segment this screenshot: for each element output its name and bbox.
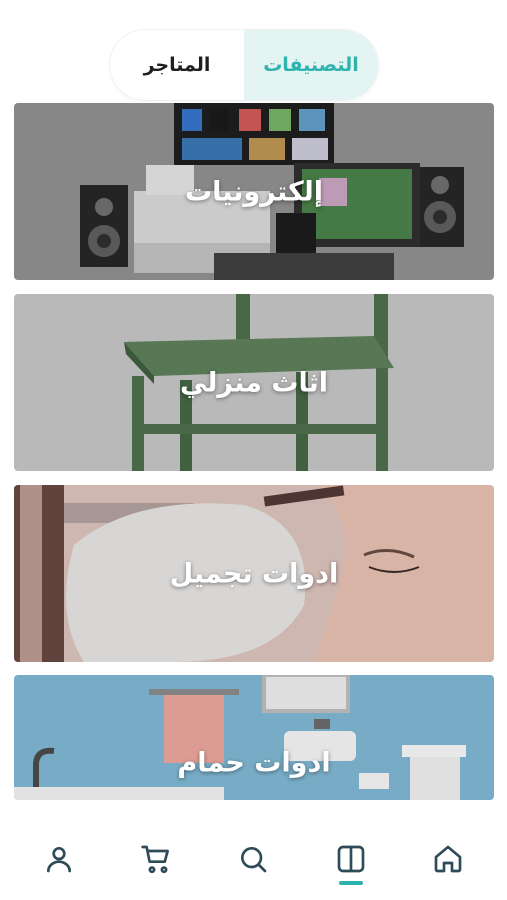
category-label: اثاث منزلي <box>179 367 329 398</box>
nav-search[interactable] <box>223 829 283 889</box>
tab-categories[interactable]: التصنيفات <box>244 30 378 100</box>
nav-categories[interactable] <box>321 829 381 889</box>
tab-stores[interactable]: المتاجر <box>110 30 244 100</box>
category-card-bathroom[interactable]: ادوات حمام <box>14 675 494 800</box>
home-icon <box>434 845 462 873</box>
cart-icon <box>141 845 170 874</box>
search-icon <box>241 847 267 873</box>
category-card-electronics[interactable]: إلكترونيات <box>14 103 494 280</box>
nav-home[interactable] <box>418 829 478 889</box>
tab-categories-label: التصنيفات <box>263 54 359 76</box>
active-tab-indicator <box>338 881 363 885</box>
categories-icon <box>337 845 365 873</box>
bottom-nav <box>0 818 507 900</box>
category-card-furniture[interactable]: اثاث منزلي <box>14 294 494 471</box>
segment-tabs: المتاجر التصنيفات <box>110 30 378 100</box>
bathroom-image <box>14 675 494 800</box>
category-label: ادوات حمام <box>177 747 331 778</box>
nav-cart[interactable] <box>126 829 186 889</box>
tab-stores-label: المتاجر <box>143 54 211 76</box>
nav-profile[interactable] <box>29 829 89 889</box>
profile-icon <box>46 847 71 873</box>
app-screen: المتاجر التصنيفات إلكترونيات اثاث منزلي … <box>0 0 507 900</box>
category-label: إلكترونيات <box>184 176 324 207</box>
category-label: ادوات تجميل <box>169 558 339 589</box>
category-card-cosmetics[interactable]: ادوات تجميل <box>14 485 494 662</box>
